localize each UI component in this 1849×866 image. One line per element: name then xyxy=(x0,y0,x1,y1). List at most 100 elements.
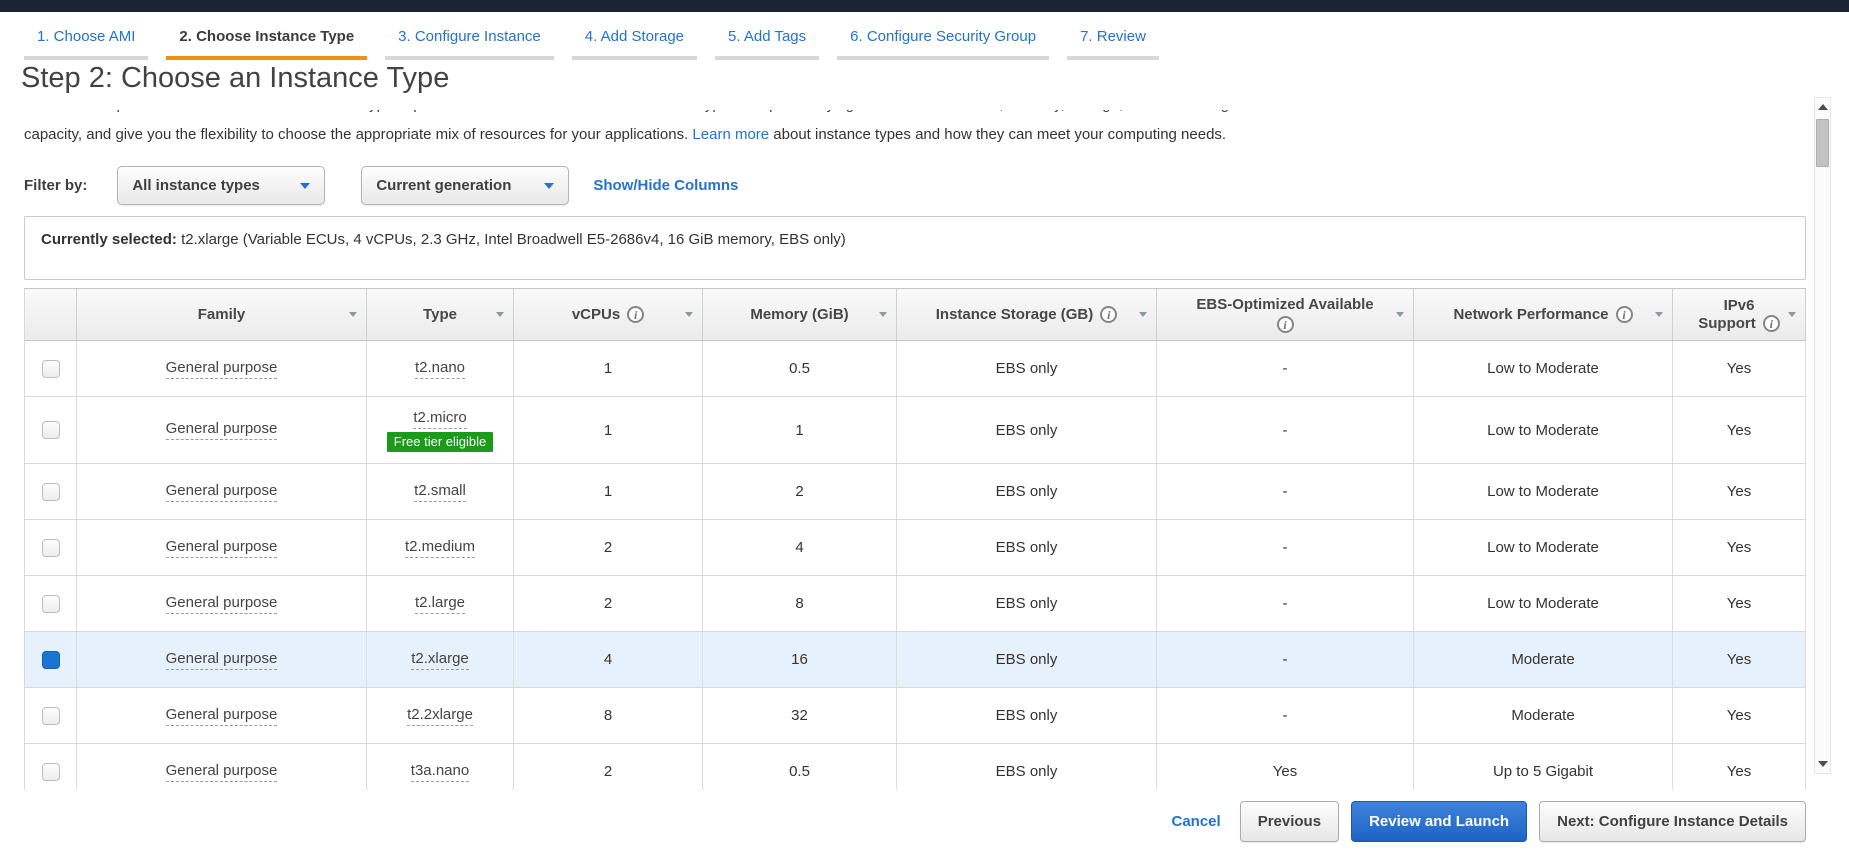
row-checkbox[interactable] xyxy=(41,762,60,781)
info-icon[interactable]: i xyxy=(627,306,645,323)
triangle-down-icon xyxy=(1817,761,1828,767)
column-header-ipv6[interactable]: IPv6 Support i xyxy=(1673,289,1806,340)
column-header-family[interactable]: Family xyxy=(77,289,367,340)
currently-selected-value: t2.xlarge (Variable ECUs, 4 vCPUs, 2.3 G… xyxy=(181,231,846,248)
info-icon[interactable]: i xyxy=(1100,306,1118,323)
vcpus-cell: 1 xyxy=(514,341,703,396)
family-term[interactable]: General purpose xyxy=(165,650,278,670)
family-cell: General purpose xyxy=(77,576,367,631)
vcpus-cell: 2 xyxy=(514,576,703,631)
table-row[interactable]: General purpose t3a.nano 2 0.5 EBS only Yes Up… xyxy=(25,744,1806,790)
family-term[interactable]: General purpose xyxy=(165,706,278,726)
network-cell: Moderate xyxy=(1414,632,1673,687)
column-header-type[interactable]: Type xyxy=(367,289,514,340)
row-checkbox[interactable] xyxy=(41,359,60,378)
checkbox-cell xyxy=(25,632,77,687)
column-header-label: Memory (GiB) xyxy=(750,306,848,324)
checkbox-cell xyxy=(25,520,77,575)
instance-type-term[interactable]: t2.large xyxy=(414,594,466,614)
family-term[interactable]: General purpose xyxy=(165,762,278,782)
row-checkbox[interactable] xyxy=(41,650,60,669)
wizard-tab-1[interactable]: 1. Choose AMI xyxy=(24,20,149,60)
table-row[interactable]: General purpose t2.medium 2 4 EBS only - Low t… xyxy=(25,520,1806,576)
wizard-tab-4[interactable]: 4. Add Storage xyxy=(571,20,698,60)
family-term[interactable]: General purpose xyxy=(165,594,278,614)
column-header-label-text: Network Performance xyxy=(1453,305,1609,323)
info-icon[interactable]: i xyxy=(1615,306,1633,323)
table-row[interactable]: General purpose t2.small 1 2 EBS only - Low to… xyxy=(25,464,1806,520)
table-row[interactable]: General purpose t2.nano 1 0.5 EBS only - Low t… xyxy=(25,341,1806,397)
wizard-tab-3[interactable]: 3. Configure Instance xyxy=(385,20,554,60)
info-icon[interactable]: i xyxy=(1276,316,1294,333)
instance-type-term[interactable]: t3a.nano xyxy=(410,762,470,782)
generation-filter-dropdown[interactable]: Current generation xyxy=(361,166,570,205)
row-checkbox[interactable] xyxy=(41,538,60,557)
memory-cell: 0.5 xyxy=(703,341,897,396)
column-header-storage[interactable]: Instance Storage (GB) i xyxy=(897,289,1157,340)
memory-cell: 8 xyxy=(703,576,897,631)
ebs-cell: - xyxy=(1157,520,1414,575)
next-configure-instance-details-button[interactable]: Next: Configure Instance Details xyxy=(1539,801,1806,842)
table-row[interactable]: General purpose t2.large 2 8 EBS only - Low to… xyxy=(25,576,1806,632)
instance-type-term[interactable]: t2.medium xyxy=(404,538,476,558)
cancel-link[interactable]: Cancel xyxy=(1171,813,1220,830)
ebs-cell: - xyxy=(1157,341,1414,396)
show-hide-columns-link[interactable]: Show/Hide Columns xyxy=(593,177,738,194)
wizard-tab-6[interactable]: 6. Configure Security Group xyxy=(837,20,1050,60)
storage-cell: EBS only xyxy=(897,744,1157,790)
description-line2: capacity, and give you the flexibility t… xyxy=(24,125,1805,144)
checkbox-cell xyxy=(25,397,77,463)
instance-type-term[interactable]: t2.2xlarge xyxy=(407,706,473,726)
scroll-down-arrow[interactable] xyxy=(1815,756,1830,772)
type-cell: t2.2xlarge xyxy=(367,688,514,743)
description-line1-clipped: Amazon EC2 provides a wide selection of … xyxy=(24,110,1805,115)
ipv6-cell: Yes xyxy=(1673,744,1806,790)
wizard-tab-7[interactable]: 7. Review xyxy=(1067,20,1159,60)
row-checkbox[interactable] xyxy=(41,706,60,725)
memory-cell: 0.5 xyxy=(703,744,897,790)
column-header-label-text: Memory (GiB) xyxy=(750,305,849,323)
column-header-network[interactable]: Network Performance i xyxy=(1414,289,1673,340)
instance-type-term[interactable]: t2.xlarge xyxy=(411,650,469,670)
column-header-ebs[interactable]: EBS-Optimized Available i xyxy=(1157,289,1414,340)
previous-button[interactable]: Previous xyxy=(1239,801,1340,842)
vcpus-cell: 2 xyxy=(514,520,703,575)
wizard-tab-5[interactable]: 5. Add Tags xyxy=(715,20,820,60)
family-cell: General purpose xyxy=(77,464,367,519)
ebs-cell: - xyxy=(1157,688,1414,743)
instance-type-filter-dropdown[interactable]: All instance types xyxy=(117,166,326,205)
sort-caret-icon xyxy=(1139,311,1147,317)
scroll-up-arrow[interactable] xyxy=(1815,99,1830,115)
instance-type-term[interactable]: t2.nano xyxy=(414,359,466,379)
row-checkbox[interactable] xyxy=(41,594,60,613)
type-cell: t3a.nano xyxy=(367,744,514,790)
instance-type-term[interactable]: t2.small xyxy=(414,482,466,502)
family-cell: General purpose xyxy=(77,688,367,743)
learn-more-link[interactable]: Learn more xyxy=(692,126,769,143)
family-term[interactable]: General purpose xyxy=(165,482,278,502)
ipv6-cell: Yes xyxy=(1673,397,1806,463)
info-icon[interactable]: i xyxy=(1762,315,1780,332)
family-term[interactable]: General purpose xyxy=(165,538,278,558)
table-row[interactable]: General purpose t2.2xlarge 8 32 EBS only - Mod… xyxy=(25,688,1806,744)
review-and-launch-button[interactable]: Review and Launch xyxy=(1351,801,1528,842)
row-checkbox[interactable] xyxy=(41,421,60,439)
scrollbar-thumb[interactable] xyxy=(1816,119,1829,167)
column-header-label-text: vCPUs xyxy=(571,305,621,323)
family-term[interactable]: General purpose xyxy=(165,359,278,379)
network-cell: Up to 5 Gigabit xyxy=(1414,744,1673,790)
family-term[interactable]: General purpose xyxy=(165,420,278,440)
wizard-tab-2[interactable]: 2. Choose Instance Type xyxy=(166,20,368,60)
storage-cell: EBS only xyxy=(897,688,1157,743)
instance-type-term[interactable]: t2.micro xyxy=(413,409,467,429)
storage-cell: EBS only xyxy=(897,632,1157,687)
column-header-label2: Support i xyxy=(1698,315,1780,333)
vertical-scrollbar[interactable] xyxy=(1814,97,1831,774)
column-header-memory[interactable]: Memory (GiB) xyxy=(703,289,897,340)
column-header-vcpus[interactable]: vCPUs i xyxy=(514,289,703,340)
ebs-cell: - xyxy=(1157,576,1414,631)
row-checkbox[interactable] xyxy=(41,482,60,501)
table-row[interactable]: General purpose t2.micro Free tier eligibl… xyxy=(25,397,1806,464)
table-row[interactable]: General purpose t2.xlarge 4 16 EBS only - Mode… xyxy=(25,632,1806,688)
memory-cell: 4 xyxy=(703,520,897,575)
